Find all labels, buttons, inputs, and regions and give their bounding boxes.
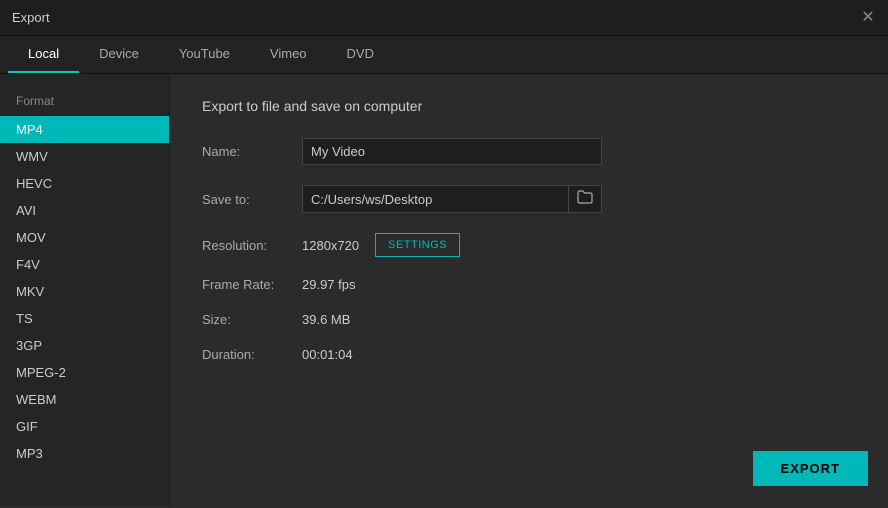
framerate-row: Frame Rate: 29.97 fps	[202, 277, 856, 292]
format-mp3[interactable]: MP3	[0, 440, 169, 467]
close-button[interactable]: ✕	[860, 10, 876, 26]
format-mov[interactable]: MOV	[0, 224, 169, 251]
tab-local[interactable]: Local	[8, 36, 79, 73]
format-gif[interactable]: GIF	[0, 413, 169, 440]
save-to-row: Save to:	[202, 185, 856, 213]
format-mpeg2[interactable]: MPEG-2	[0, 359, 169, 386]
panel-title: Export to file and save on computer	[202, 98, 856, 114]
framerate-value: 29.97 fps	[302, 277, 356, 292]
save-to-container	[302, 185, 602, 213]
sidebar: Format MP4 WMV HEVC AVI MOV F4V MKV TS 3…	[0, 74, 170, 506]
duration-row: Duration: 00:01:04	[202, 347, 856, 362]
tab-device[interactable]: Device	[79, 36, 159, 73]
main-content: Format MP4 WMV HEVC AVI MOV F4V MKV TS 3…	[0, 74, 888, 506]
tab-bar: Local Device YouTube Vimeo DVD	[0, 36, 888, 74]
tab-vimeo[interactable]: Vimeo	[250, 36, 327, 73]
save-to-label: Save to:	[202, 192, 302, 207]
export-button[interactable]: EXPORT	[753, 451, 868, 486]
resolution-value: 1280x720	[302, 238, 359, 253]
tab-dvd[interactable]: DVD	[327, 36, 394, 73]
format-ts[interactable]: TS	[0, 305, 169, 332]
format-avi[interactable]: AVI	[0, 197, 169, 224]
format-wmv[interactable]: WMV	[0, 143, 169, 170]
export-panel: Export to file and save on computer Name…	[170, 74, 888, 506]
format-label: Format	[0, 90, 169, 116]
name-label: Name:	[202, 144, 302, 159]
format-mkv[interactable]: MKV	[0, 278, 169, 305]
save-to-input[interactable]	[303, 187, 568, 212]
name-input[interactable]	[302, 138, 602, 165]
size-value: 39.6 MB	[302, 312, 350, 327]
format-f4v[interactable]: F4V	[0, 251, 169, 278]
format-webm[interactable]: WEBM	[0, 386, 169, 413]
resolution-label: Resolution:	[202, 238, 302, 253]
format-3gp[interactable]: 3GP	[0, 332, 169, 359]
duration-value: 00:01:04	[302, 347, 353, 362]
folder-icon[interactable]	[568, 186, 601, 212]
tab-youtube[interactable]: YouTube	[159, 36, 250, 73]
settings-button[interactable]: SETTINGS	[375, 233, 460, 257]
format-hevc[interactable]: HEVC	[0, 170, 169, 197]
duration-label: Duration:	[202, 347, 302, 362]
framerate-label: Frame Rate:	[202, 277, 302, 292]
dialog-title: Export	[12, 10, 50, 25]
name-row: Name:	[202, 138, 856, 165]
title-bar: Export ✕	[0, 0, 888, 36]
size-row: Size: 39.6 MB	[202, 312, 856, 327]
format-mp4[interactable]: MP4	[0, 116, 169, 143]
size-label: Size:	[202, 312, 302, 327]
resolution-row: Resolution: 1280x720 SETTINGS	[202, 233, 856, 257]
resolution-value-container: 1280x720 SETTINGS	[302, 233, 460, 257]
